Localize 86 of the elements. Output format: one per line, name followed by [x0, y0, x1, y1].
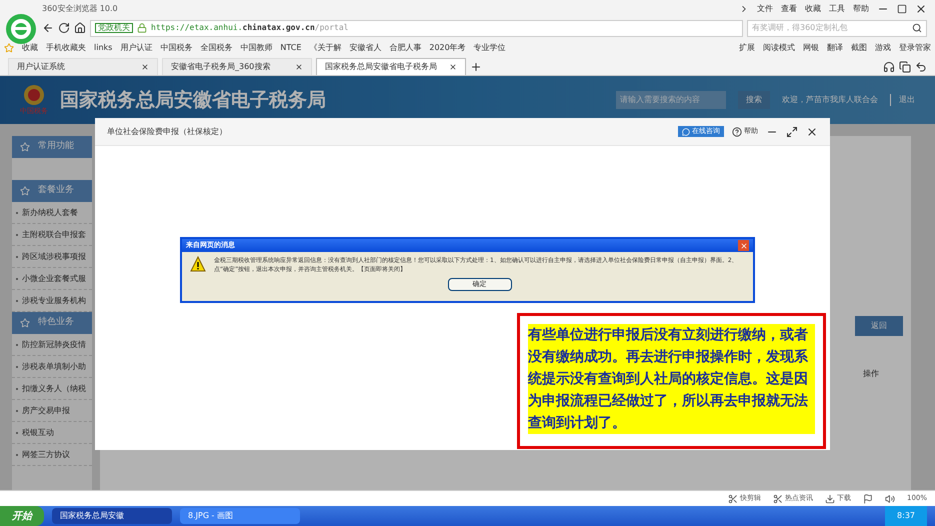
reload-icon — [58, 22, 70, 34]
bookmark[interactable]: NTCE — [280, 42, 302, 54]
bookmark[interactable]: 手机收藏夹 — [46, 42, 86, 54]
menu-item[interactable]: 收藏 — [805, 3, 821, 15]
status-icon — [728, 494, 738, 504]
bookmark[interactable]: 专业学位 — [474, 42, 506, 54]
sidebar-item[interactable]: 跨区域涉税事项报 — [22, 250, 86, 262]
taskbar-task[interactable]: 8.JPG - 画图 — [180, 508, 300, 524]
sidebar-item[interactable]: 网签三方协议 — [22, 448, 70, 460]
status-icon — [824, 494, 835, 504]
browser-logo-icon — [5, 12, 37, 44]
close-icon — [740, 242, 748, 250]
menu-item[interactable]: 查看 — [781, 3, 797, 15]
column-header: 操作 — [863, 368, 880, 380]
section-icon — [20, 318, 30, 328]
sidebar-item[interactable]: 小微企业套餐式服 — [22, 272, 86, 284]
bookmark[interactable]: 《关于解 — [309, 42, 342, 54]
toolbar-button[interactable]: 翻译 — [827, 42, 843, 54]
browser-tab[interactable]: 国家税务总局安徽省电子税务局 — [316, 58, 466, 75]
start-button[interactable]: 开始 — [0, 506, 44, 526]
home-icon — [74, 22, 86, 34]
site-title: 国家税务总局安徽省电子税务局 — [60, 88, 326, 113]
help-icon — [732, 126, 742, 136]
toolbar-button[interactable]: 阅读模式 — [763, 42, 795, 54]
bookmark[interactable]: 中国税务 — [160, 42, 192, 54]
toolbar-button[interactable]: 游戏 — [875, 42, 891, 54]
section-icon — [20, 142, 30, 152]
close-icon — [806, 126, 818, 138]
sidebar-item[interactable]: 涉税表单填制小助 — [22, 360, 86, 372]
maximize-icon — [897, 4, 907, 14]
close-icon — [915, 3, 927, 15]
toolbar-button[interactable]: 网银 — [803, 42, 819, 54]
site-badge: 党政机关 — [95, 23, 133, 33]
toolbar-button[interactable]: 登录管家 — [899, 42, 931, 54]
menu-item[interactable]: 文件 — [757, 3, 773, 15]
new-tab-icon — [470, 61, 482, 73]
warning-icon — [190, 256, 206, 272]
emblem-icon — [23, 84, 45, 106]
close-icon — [449, 63, 457, 71]
volume-icon — [884, 494, 895, 504]
bookmark[interactable]: 安徽省人 — [349, 42, 382, 54]
app-title: 360安全浏览器 10.0 — [42, 3, 118, 15]
close-icon — [295, 63, 303, 71]
browser-tab[interactable]: 安徽省电子税务局_360搜索 — [162, 58, 312, 75]
sidebar-item[interactable]: 主附税联合申报套 — [22, 228, 86, 240]
modal-title: 单位社会保险费申报（社保核定） — [107, 126, 227, 138]
lock-icon — [137, 23, 147, 33]
star-icon — [4, 42, 14, 52]
search-button[interactable]: 搜索 — [738, 91, 770, 109]
sidebar-item[interactable]: 防控新冠肺炎疫情 — [22, 338, 86, 350]
back-button[interactable]: 返回 — [855, 316, 903, 336]
search-icon — [912, 23, 922, 33]
bookmark[interactable]: 全国税务 — [200, 42, 232, 54]
annotation-text: 有些单位进行申报后没有立刻进行缴纳，或者没有缴纳成功。再去进行申报操作时，发现系统提示没有查询到人社局的核定信息。这是因为申报流程已经做过了，所以再去申报就无法查询到计划了。 — [528, 324, 815, 434]
taskbar-task[interactable]: 国家税务总局安徽 — [52, 508, 172, 524]
undo-icon — [915, 61, 927, 73]
flag-icon — [862, 494, 873, 504]
toolbar-button[interactable]: 截图 — [851, 42, 867, 54]
bookmark[interactable]: links — [94, 42, 112, 54]
close-button[interactable] — [738, 240, 749, 251]
url-text: https://etax.anhui.chinatax.gov.cn/portal — [151, 22, 348, 34]
bookmark[interactable]: 中国教师 — [240, 42, 272, 54]
welcome-text: 欢迎，芦苗市我库人联合会 — [782, 94, 878, 106]
sidebar-item[interactable]: 房产交易申报 — [22, 404, 70, 416]
back-icon — [42, 22, 54, 34]
section-icon — [20, 186, 30, 196]
sidebar-item[interactable]: 扣缴义务人（纳税 — [22, 382, 86, 394]
copy-icon — [899, 61, 911, 73]
browser-tab[interactable]: 用户认证系统 — [8, 58, 158, 75]
close-icon — [141, 63, 149, 71]
status-icon — [772, 494, 783, 504]
toolbar-button[interactable]: 扩展 — [739, 42, 755, 54]
chat-icon — [682, 128, 690, 136]
menu-item[interactable]: 工具 — [829, 3, 845, 15]
bookmark[interactable]: 2020年考 — [429, 42, 466, 54]
maximize-icon — [786, 126, 798, 138]
bookmark[interactable]: 用户认证 — [120, 42, 152, 54]
bookmark[interactable]: 合肥人事 — [389, 42, 422, 54]
clock: 8:37 — [885, 506, 927, 526]
headphones-icon — [883, 61, 895, 73]
address-field[interactable]: 党政机关 https://etax.anhui.chinatax.gov.cn/portal — [90, 20, 743, 36]
sidebar-item[interactable]: 新办纳税人套餐 — [22, 206, 78, 218]
sidebar-item[interactable]: 涉税专业服务机构 — [22, 294, 86, 306]
bookmark[interactable]: 收藏 — [22, 42, 38, 54]
sidebar-item[interactable]: 税银互动 — [22, 426, 54, 438]
menu-item[interactable]: 帮助 — [853, 3, 869, 15]
